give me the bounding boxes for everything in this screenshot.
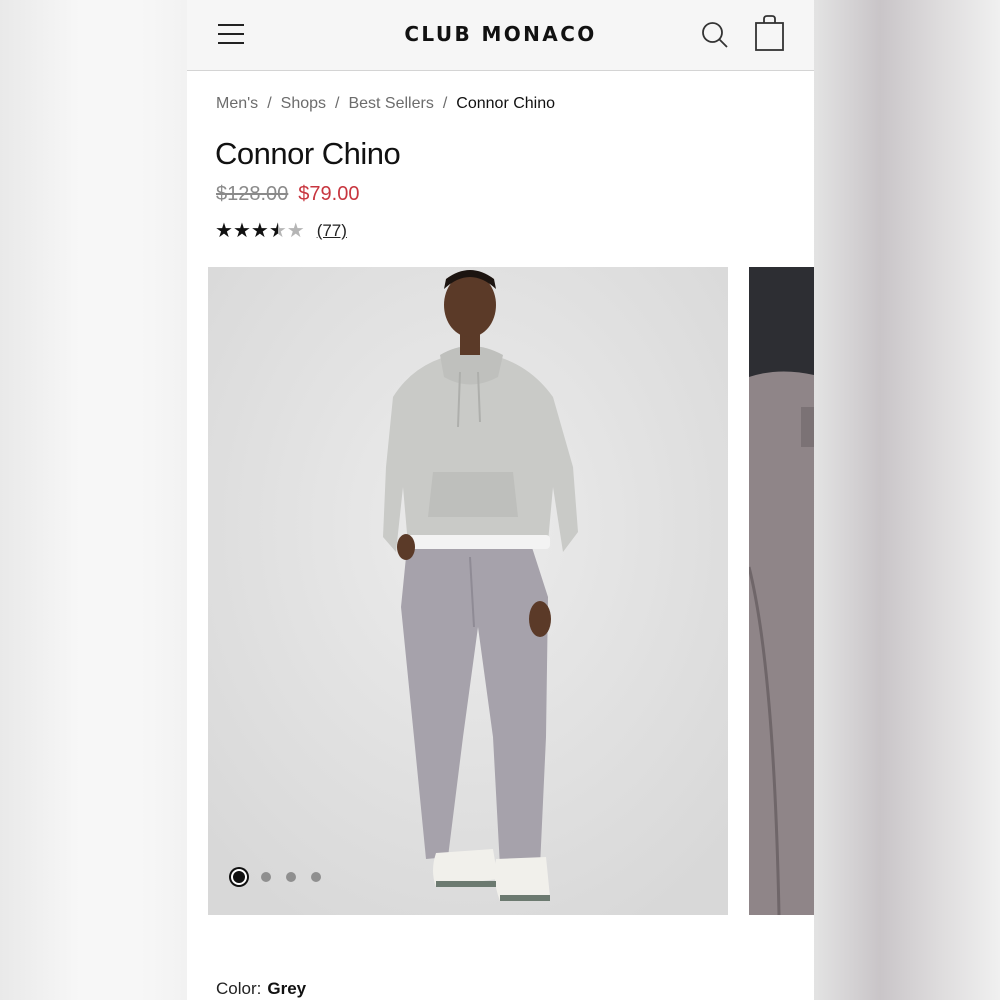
- review-count-link[interactable]: (77): [317, 221, 347, 241]
- product-image-next-preview[interactable]: [749, 267, 814, 915]
- site-header: CLUB MONACO: [187, 0, 814, 71]
- carousel-dots: [230, 871, 336, 883]
- model-photo: [208, 267, 728, 915]
- star-half-icon: ★: [268, 220, 287, 242]
- pants-closeup-photo: [749, 267, 814, 915]
- star-empty-icon: ★: [286, 220, 305, 242]
- breadcrumb-separator: /: [442, 95, 448, 112]
- carousel-dot-1[interactable]: [233, 871, 245, 883]
- price-block: $128.00 $79.00: [216, 183, 359, 206]
- carousel-dot-4[interactable]: [311, 872, 321, 882]
- sale-price: $79.00: [298, 183, 360, 205]
- shopping-bag-icon[interactable]: [753, 14, 787, 52]
- mobile-page: CLUB MONACO Men's / Shops / Best Sellers / Con…: [187, 0, 814, 1000]
- search-icon[interactable]: [700, 20, 730, 50]
- breadcrumb-mens[interactable]: Men's: [216, 95, 258, 112]
- color-selection: Color: Grey: [216, 979, 306, 999]
- product-rating[interactable]: ★★★★★ (77): [215, 220, 347, 242]
- color-label: Color:: [216, 979, 262, 998]
- breadcrumb-separator: /: [335, 95, 340, 112]
- original-price: $128.00: [216, 183, 289, 205]
- product-title: Connor Chino: [215, 136, 401, 171]
- star-full-icon: ★: [232, 220, 251, 242]
- carousel-dot-3[interactable]: [286, 872, 296, 882]
- breadcrumb-shops[interactable]: Shops: [281, 95, 326, 112]
- star-full-icon: ★: [250, 220, 269, 242]
- star-full-icon: ★: [215, 220, 233, 242]
- breadcrumb-separator: /: [267, 95, 272, 112]
- color-value: Grey: [267, 979, 307, 998]
- rating-stars: ★★★★★: [215, 220, 305, 242]
- breadcrumb-best-sellers[interactable]: Best Sellers: [348, 95, 433, 112]
- breadcrumb: Men's / Shops / Best Sellers / Connor Chino: [216, 95, 555, 113]
- carousel-dot-2[interactable]: [261, 872, 271, 882]
- breadcrumb-current: Connor Chino: [456, 95, 556, 112]
- product-image-main[interactable]: [208, 267, 728, 915]
